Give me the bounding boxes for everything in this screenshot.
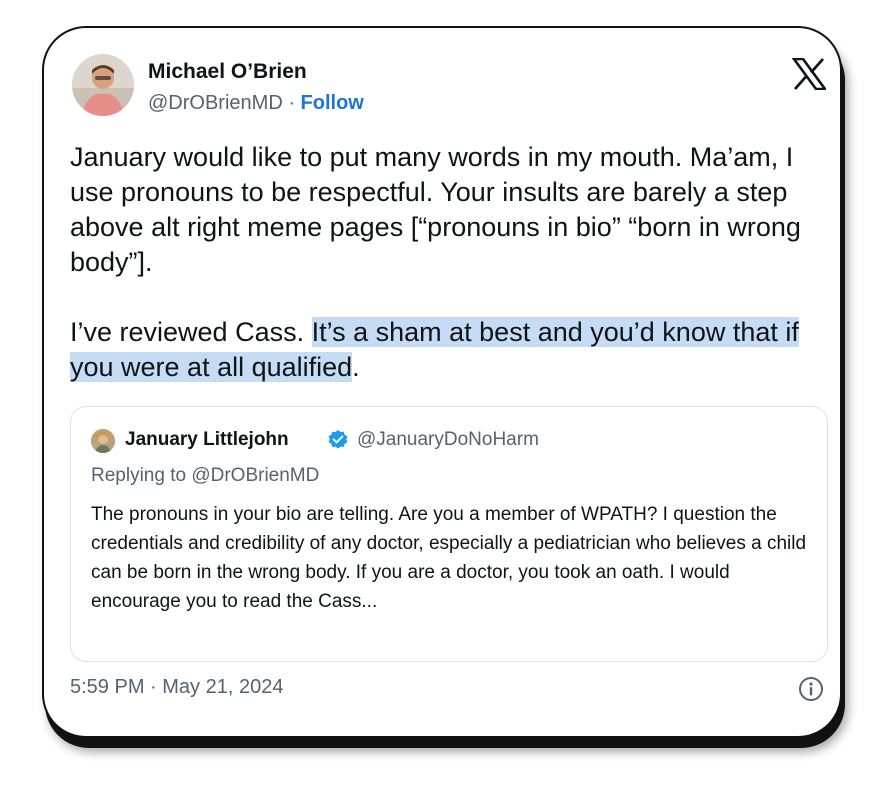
author-handle[interactable]: @DrOBrienMD	[148, 92, 283, 114]
quoted-tweet[interactable]: January Littlejohn @JanuaryDoNoHarm Repl…	[70, 406, 828, 662]
verified-badge-icon	[327, 429, 349, 451]
author-handle-row: @DrOBrienMD · Follow	[148, 92, 364, 115]
tweet-text-plain: I’ve reviewed Cass.	[70, 317, 312, 347]
quoted-author-name[interactable]: January Littlejohn	[125, 429, 289, 451]
tweet-timestamp[interactable]: 5:59 PM · May 21, 2024	[70, 676, 283, 699]
tweet-paragraph-2: I’ve reviewed Cass. It’s a sham at best …	[70, 315, 840, 385]
handle-separator: ·	[282, 92, 301, 114]
author-avatar[interactable]	[72, 54, 134, 116]
quoted-tweet-text: The pronouns in your bio are telling. Ar…	[91, 504, 807, 612]
tweet-paragraph-1: January would like to put many words in …	[70, 142, 801, 277]
quoted-author-handle[interactable]: @JanuaryDoNoHarm	[357, 429, 539, 451]
quoted-author-avatar[interactable]	[91, 429, 115, 453]
tweet-body: January would like to put many words in …	[70, 140, 840, 385]
replying-to-label: Replying to @DrOBrienMD	[91, 465, 320, 486]
x-logo-icon[interactable]	[791, 57, 828, 91]
tweet-card: Michael O’Brien @DrOBrienMD · Follow Jan…	[42, 26, 842, 738]
follow-button[interactable]: Follow	[301, 92, 364, 114]
tweet-text-plain-end: .	[352, 352, 360, 382]
info-icon[interactable]	[798, 676, 824, 702]
author-name[interactable]: Michael O’Brien	[148, 60, 307, 84]
